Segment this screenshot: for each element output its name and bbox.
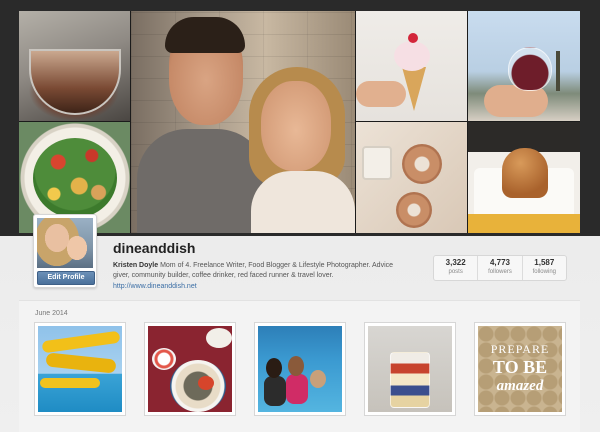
following-count: 1,587	[534, 258, 555, 267]
bio: Kristen Doyle Mom of 4. Freelance Writer…	[113, 261, 405, 281]
full-name: Kristen Doyle	[113, 262, 159, 269]
posts-count: 3,322	[445, 258, 466, 267]
posts-label: posts	[448, 269, 463, 275]
prepare-to-be-amazed-photo[interactable]: PREPARE TO BE amazed	[474, 322, 566, 416]
edit-profile-button[interactable]: Edit Profile	[37, 271, 95, 285]
ice-cream-cone-photo[interactable]	[356, 11, 467, 121]
stat-following[interactable]: 1,587 following	[523, 256, 566, 280]
cover-mosaic	[19, 11, 580, 233]
month-heading: June 2014	[35, 310, 68, 317]
wine-glass-photo[interactable]	[468, 11, 580, 121]
followers-label: followers	[488, 269, 512, 275]
to-be-line: TO BE	[492, 357, 548, 377]
couple-selfie-photo[interactable]	[131, 11, 355, 233]
caramel-cake-photo[interactable]	[468, 122, 580, 233]
salad-greens	[33, 138, 117, 218]
profile-header: Edit Profile dineanddish Kristen Doyle M…	[19, 214, 580, 300]
avatar-frame: Edit Profile	[33, 214, 97, 288]
prepare-line: PREPARE	[490, 342, 550, 356]
bagel-breakfast-photo[interactable]	[144, 322, 236, 416]
donuts-photo[interactable]	[356, 122, 467, 233]
profile-stats: 3,322 posts 4,773 followers 1,587 follow…	[433, 255, 567, 281]
stand-mixer-photo[interactable]	[19, 11, 130, 121]
website-link[interactable]: http://www.dineanddish.net	[113, 283, 197, 290]
username: dineanddish	[113, 240, 196, 256]
waterslide-photo[interactable]	[34, 322, 126, 416]
following-label: following	[532, 269, 556, 275]
amazed-line: amazed	[496, 378, 544, 394]
stat-posts[interactable]: 3,322 posts	[434, 256, 479, 280]
photo-feed: June 2014 PREPARE TO BE amazed	[19, 300, 580, 432]
parfait-jar-photo[interactable]	[364, 322, 456, 416]
followers-count: 4,773	[489, 258, 510, 267]
mixer-bowl	[29, 49, 121, 115]
stat-followers[interactable]: 4,773 followers	[478, 256, 523, 280]
avatar[interactable]	[37, 218, 93, 268]
kids-pool-photo[interactable]	[254, 322, 346, 416]
